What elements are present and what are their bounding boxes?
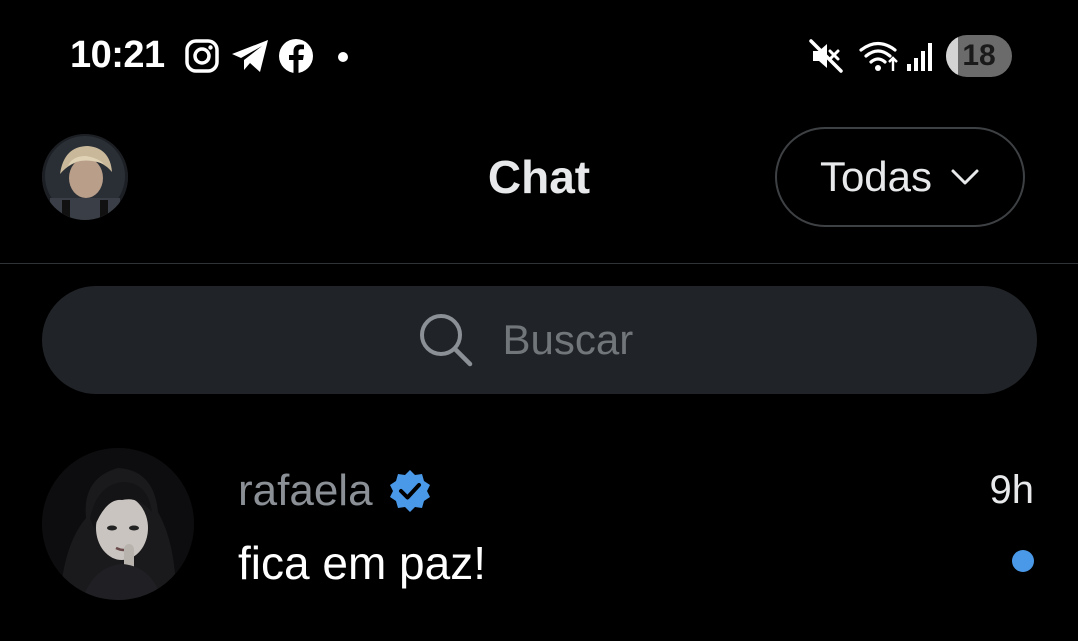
battery-indicator: 18 — [946, 35, 1012, 77]
conversation-name-row: rafaela — [238, 466, 433, 516]
facebook-icon — [279, 39, 313, 73]
telegram-icon — [232, 40, 268, 72]
status-bar: 10:21 18 — [0, 0, 1078, 112]
avatar[interactable] — [42, 448, 194, 600]
unread-indicator — [1012, 550, 1034, 572]
wifi-icon — [859, 41, 898, 71]
battery-level: 18 — [962, 39, 996, 72]
search-icon — [419, 314, 472, 367]
chevron-down-icon — [951, 169, 979, 185]
app-header: Chat Todas — [0, 112, 1078, 264]
mute-icon — [809, 39, 843, 73]
conversation-item[interactable]: rafaela fica em paz! 9h — [0, 440, 1078, 641]
conversation-time: 9h — [989, 468, 1035, 512]
signal-icon — [907, 43, 932, 71]
filter-dropdown[interactable]: Todas — [775, 127, 1025, 227]
search-input[interactable] — [502, 316, 663, 364]
avatar-image — [42, 448, 194, 600]
filter-label: Todas — [819, 153, 933, 200]
verified-badge-icon — [389, 470, 430, 512]
status-time: 10:21 — [70, 34, 165, 76]
conversation-name: rafaela — [238, 466, 373, 515]
instagram-icon — [185, 39, 219, 73]
conversation-last-message: fica em paz! — [238, 537, 486, 589]
search-bar[interactable] — [42, 286, 1037, 394]
notification-more-dot — [338, 52, 348, 62]
